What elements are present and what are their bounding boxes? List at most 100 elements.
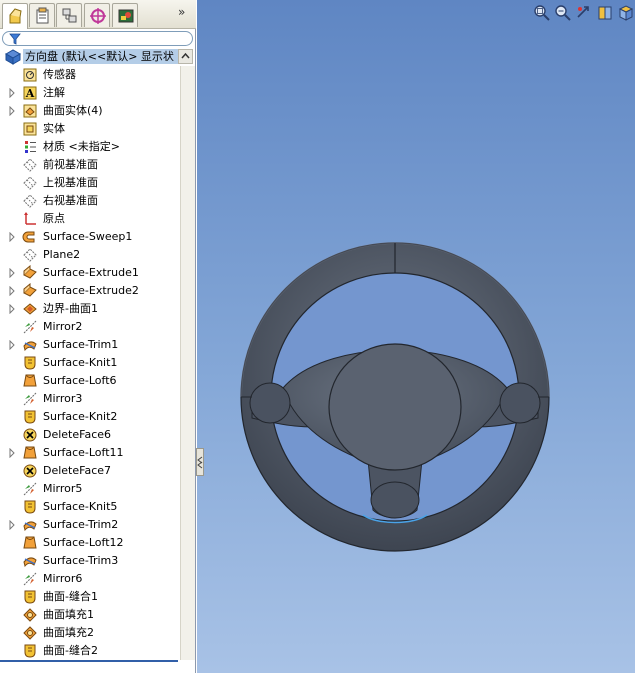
tree-item[interactable]: Surface-Extrude1	[0, 264, 178, 282]
surface-knit-icon	[22, 499, 38, 515]
chevron-up-icon	[181, 52, 190, 59]
tree-item-label: Plane2	[43, 248, 81, 261]
tree-item[interactable]: Surface-Loft12	[0, 534, 178, 552]
tree-item-label: Surface-Loft11	[43, 446, 124, 459]
tree-item[interactable]: 实体	[0, 120, 178, 138]
expand-arrow-icon[interactable]	[8, 303, 16, 315]
tree-item[interactable]: Mirror5	[0, 480, 178, 498]
display-manager-icon	[118, 9, 134, 23]
tree-root-label: 方向盘 (默认<<默认> 显示状	[25, 50, 174, 63]
tree-item[interactable]: Surface-Knit2	[0, 408, 178, 426]
expand-arrow-icon[interactable]	[8, 267, 16, 279]
delete-face-icon	[22, 427, 38, 443]
tree-filter-input[interactable]	[2, 31, 193, 46]
steering-wheel-model	[240, 242, 550, 552]
expand-arrow-icon[interactable]	[8, 231, 16, 243]
tree-item-label: Mirror3	[43, 392, 83, 405]
tree-item-label: Surface-Trim1	[43, 338, 119, 351]
mirror-icon	[22, 481, 38, 497]
tree-item-label: 实体	[43, 122, 65, 135]
tree-item[interactable]: Surface-Extrude2	[0, 282, 178, 300]
tree-item-label: Surface-Extrude1	[43, 266, 139, 279]
section-view-icon	[598, 6, 612, 20]
propertymanager-tab[interactable]	[29, 3, 55, 27]
tree-item-label: DeleteFace6	[43, 428, 112, 441]
tree-item-label: 边界-曲面1	[43, 302, 98, 315]
previous-view-button[interactable]	[574, 3, 594, 23]
zoom-to-fit-button[interactable]	[532, 3, 552, 23]
tree-item[interactable]: Surface-Loft11	[0, 444, 178, 462]
tree-item[interactable]: 传感器	[0, 66, 178, 84]
tree-item[interactable]: 曲面填充1	[0, 606, 178, 624]
expand-arrow-icon[interactable]	[8, 87, 16, 99]
tree-item[interactable]: Surface-Trim2	[0, 516, 178, 534]
tree-item[interactable]: 曲面填充2	[0, 624, 178, 642]
tree-item[interactable]: Surface-Trim3	[0, 552, 178, 570]
tree-item[interactable]: DeleteFace6	[0, 426, 178, 444]
surface-trim-icon	[22, 337, 38, 353]
tree-item-label: 材质 <未指定>	[43, 140, 120, 153]
tree-item[interactable]: A 注解	[0, 84, 178, 102]
graphics-area[interactable]	[197, 0, 635, 673]
expand-arrow-icon[interactable]	[8, 519, 16, 531]
expand-arrow-icon[interactable]	[8, 285, 16, 297]
plane-icon	[22, 247, 38, 263]
dimxpert-tab[interactable]	[84, 3, 110, 27]
tree-item[interactable]: 曲面实体(4)	[0, 102, 178, 120]
more-tabs-button[interactable]: »	[178, 5, 192, 21]
filter-icon	[9, 33, 21, 45]
view-orientation-icon	[618, 5, 634, 21]
surface-loft-icon	[22, 373, 38, 389]
tree-item-label: Surface-Extrude2	[43, 284, 139, 297]
tree-item-label: 传感器	[43, 68, 76, 81]
view-orientation-button[interactable]	[616, 3, 635, 23]
zoom-to-fit-icon	[534, 5, 550, 21]
tree-item[interactable]: 前视基准面	[0, 156, 178, 174]
tree-item[interactable]: DeleteFace7	[0, 462, 178, 480]
feature-manager-panel: » 方向盘 (默认<<默认> 显示状 传感器 A 注解 曲面实体(4) 实体材质 <未指…	[0, 0, 196, 673]
surface-trim-icon	[22, 553, 38, 569]
tree-item-label: Surface-Knit5	[43, 500, 118, 513]
tree-item[interactable]: Surface-Sweep1	[0, 228, 178, 246]
tree-scrollbar[interactable]	[180, 66, 195, 660]
tree-item[interactable]: 曲面-缝合2	[0, 642, 178, 660]
surface-sweep-icon	[22, 229, 38, 245]
section-view-button[interactable]	[595, 3, 615, 23]
expand-arrow-icon[interactable]	[8, 339, 16, 351]
tree-item[interactable]: 边界-曲面1	[0, 300, 178, 318]
surface-loft-icon	[22, 535, 38, 551]
expand-arrow-icon[interactable]	[8, 105, 16, 117]
previous-view-icon	[577, 6, 589, 18]
delete-face-icon	[22, 463, 38, 479]
tree-root-part[interactable]: 方向盘 (默认<<默认> 显示状	[2, 48, 178, 66]
tree-item[interactable]: Mirror2	[0, 318, 178, 336]
tree-item[interactable]: 材质 <未指定>	[0, 138, 178, 156]
tree-item[interactable]: Surface-Loft6	[0, 372, 178, 390]
tree-item-label: Surface-Trim2	[43, 518, 119, 531]
tree-item[interactable]: 右视基准面	[0, 192, 178, 210]
scroll-up-button[interactable]	[178, 49, 193, 64]
tree-item[interactable]: 原点	[0, 210, 178, 228]
horn-pad	[328, 343, 462, 471]
surface-bodies-icon	[22, 103, 38, 119]
tree-item-label: 曲面填充2	[43, 626, 94, 639]
tree-item[interactable]: Surface-Knit1	[0, 354, 178, 372]
tree-item[interactable]: Mirror3	[0, 390, 178, 408]
tree-item[interactable]: Surface-Knit5	[0, 498, 178, 516]
display-manager-tab[interactable]	[112, 3, 138, 27]
configurationmanager-tab[interactable]	[56, 3, 82, 27]
tree-item[interactable]: Mirror6	[0, 570, 178, 588]
panel-splitter-handle[interactable]	[196, 448, 204, 476]
part-icon	[4, 49, 22, 65]
feature-tree: 传感器 A 注解 曲面实体(4) 实体材质 <未指定> 前视基准面 上视基准面 右视基准面 原点…	[0, 66, 178, 660]
tree-item[interactable]: 曲面-缝合1	[0, 588, 178, 606]
tree-item[interactable]: 上视基准面	[0, 174, 178, 192]
zoom-to-area-button[interactable]	[553, 3, 573, 23]
expand-arrow-icon[interactable]	[8, 447, 16, 459]
zoom-to-area-icon	[555, 5, 571, 21]
tree-item[interactable]: Surface-Trim1	[0, 336, 178, 354]
featuremanager-tab[interactable]	[2, 3, 28, 29]
tree-item[interactable]: Plane2	[0, 246, 178, 264]
mirror-icon	[22, 571, 38, 587]
solid-bodies-icon	[22, 121, 38, 137]
